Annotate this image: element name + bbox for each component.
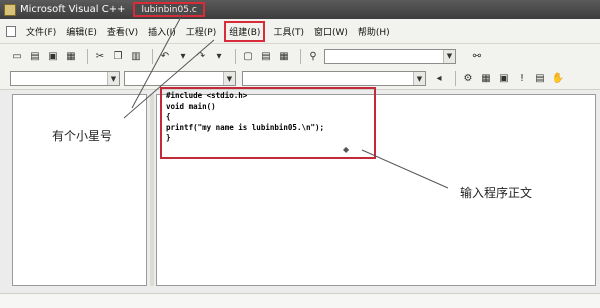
star-annotation: 有个小星号 xyxy=(52,129,113,143)
annotation-lines xyxy=(123,12,449,189)
code-pointer-line xyxy=(361,149,449,189)
star-pointer-line xyxy=(131,12,184,109)
build-pointer-line xyxy=(123,39,215,119)
code-annotation: 输入程序正文 xyxy=(460,186,533,200)
status-bar xyxy=(0,293,600,308)
